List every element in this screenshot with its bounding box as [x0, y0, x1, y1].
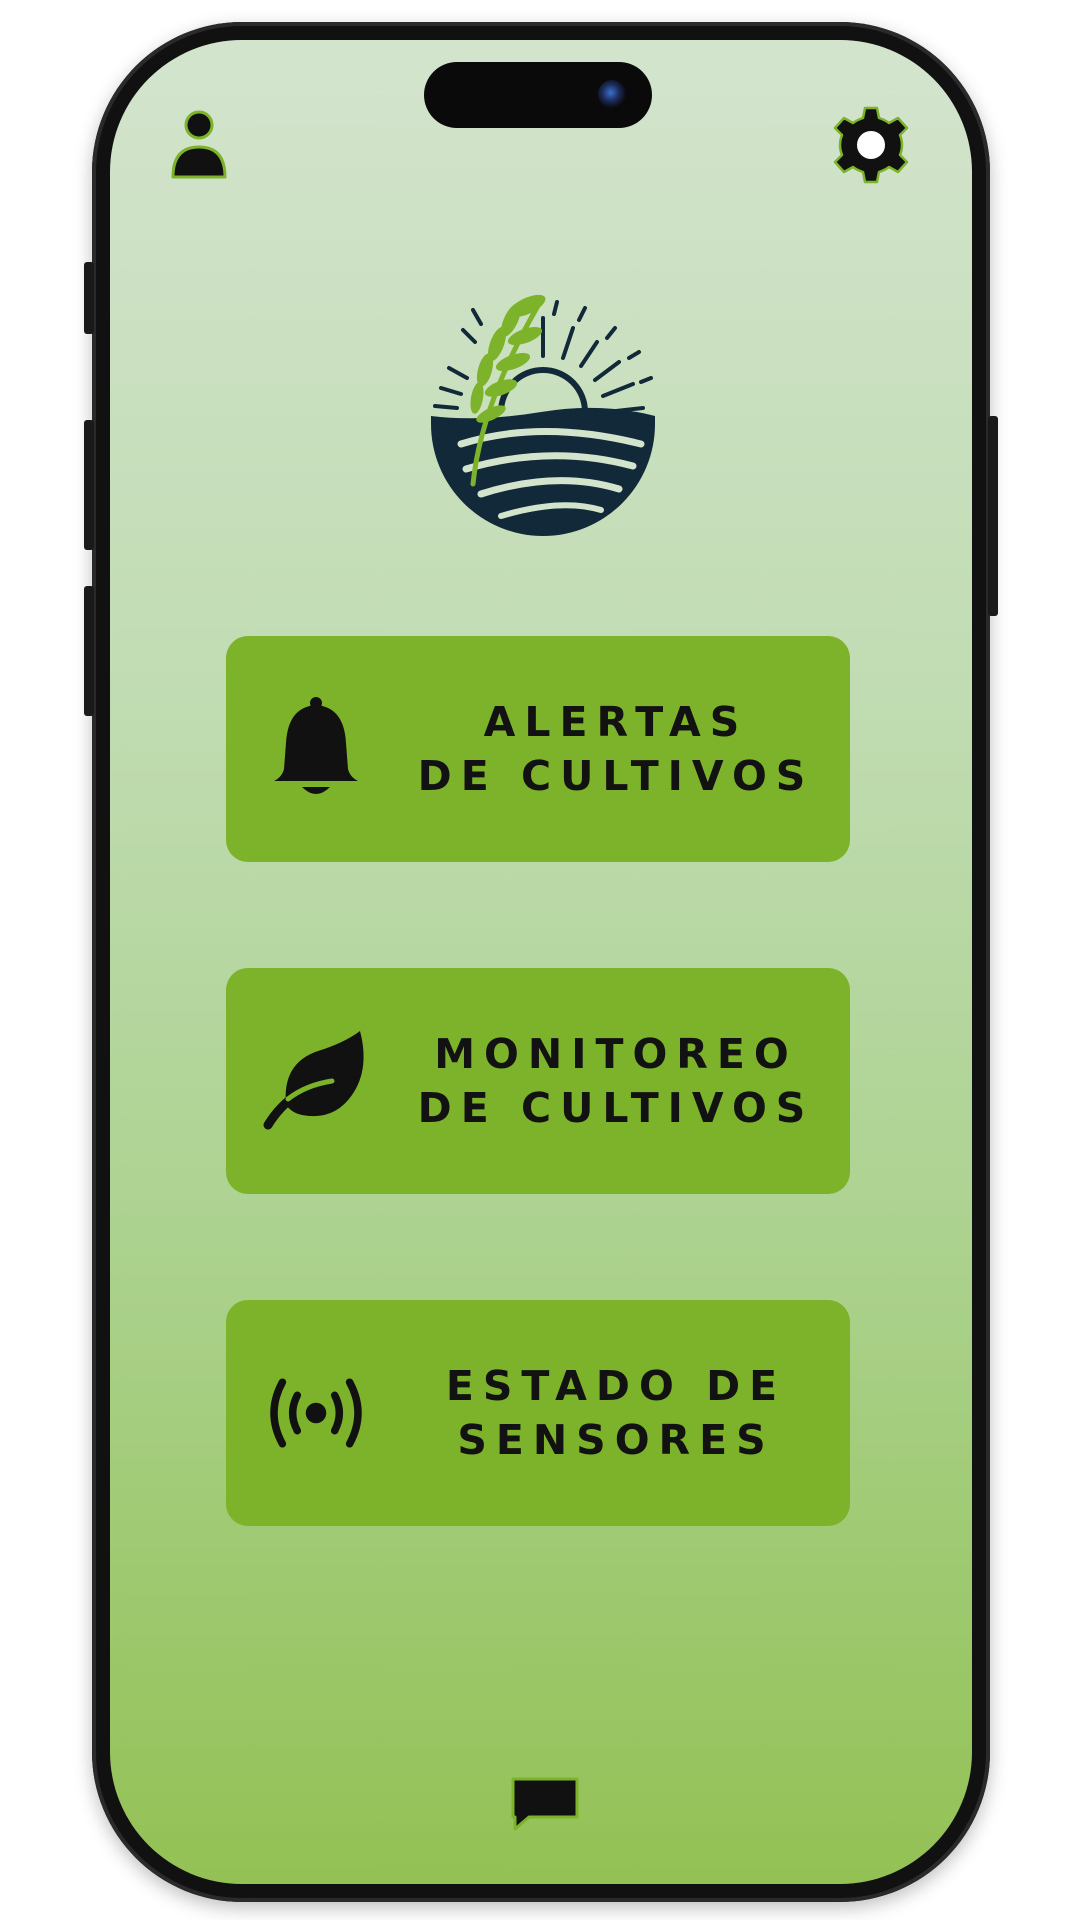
sensor-status-line2: SENSORES	[457, 1416, 775, 1464]
broadcast-icon	[260, 1357, 372, 1469]
crop-monitoring-label: MONITOREO DE CULTIVOS	[406, 1027, 826, 1135]
user-profile-button[interactable]	[166, 106, 232, 184]
user-icon	[171, 110, 227, 179]
phone-power-button	[988, 416, 998, 616]
crop-alerts-line1: ALERTAS	[483, 698, 749, 746]
gear-icon	[833, 106, 909, 184]
farm-sunrise-logo	[421, 284, 665, 544]
crop-alerts-button[interactable]: ALERTAS DE CULTIVOS	[226, 636, 850, 862]
crop-monitoring-line2: DE CULTIVOS	[417, 1084, 815, 1132]
sensor-status-label: ESTADO DE SENSORES	[406, 1359, 826, 1467]
crop-monitoring-button[interactable]: MONITOREO DE CULTIVOS	[226, 968, 850, 1194]
crop-alerts-line2: DE CULTIVOS	[417, 752, 815, 800]
settings-button[interactable]	[830, 104, 912, 186]
bell-icon	[260, 693, 372, 805]
leaf-icon	[260, 1025, 372, 1137]
app-screen: ALERTAS DE CULTIVOS MONITOREO DE CULTIVO…	[110, 40, 972, 1884]
crop-alerts-label: ALERTAS DE CULTIVOS	[406, 695, 826, 803]
front-camera	[598, 80, 626, 108]
dynamic-island	[424, 62, 652, 128]
chat-button[interactable]	[508, 1774, 582, 1834]
sensor-status-button[interactable]: ESTADO DE SENSORES	[226, 1300, 850, 1526]
phone-volume-up-button	[84, 420, 94, 550]
sensor-status-line1: ESTADO DE	[445, 1362, 787, 1410]
chat-icon	[511, 1777, 579, 1831]
phone-volume-down-button	[84, 586, 94, 716]
crop-monitoring-line1: MONITOREO	[434, 1030, 798, 1078]
phone-action-button	[84, 262, 94, 334]
